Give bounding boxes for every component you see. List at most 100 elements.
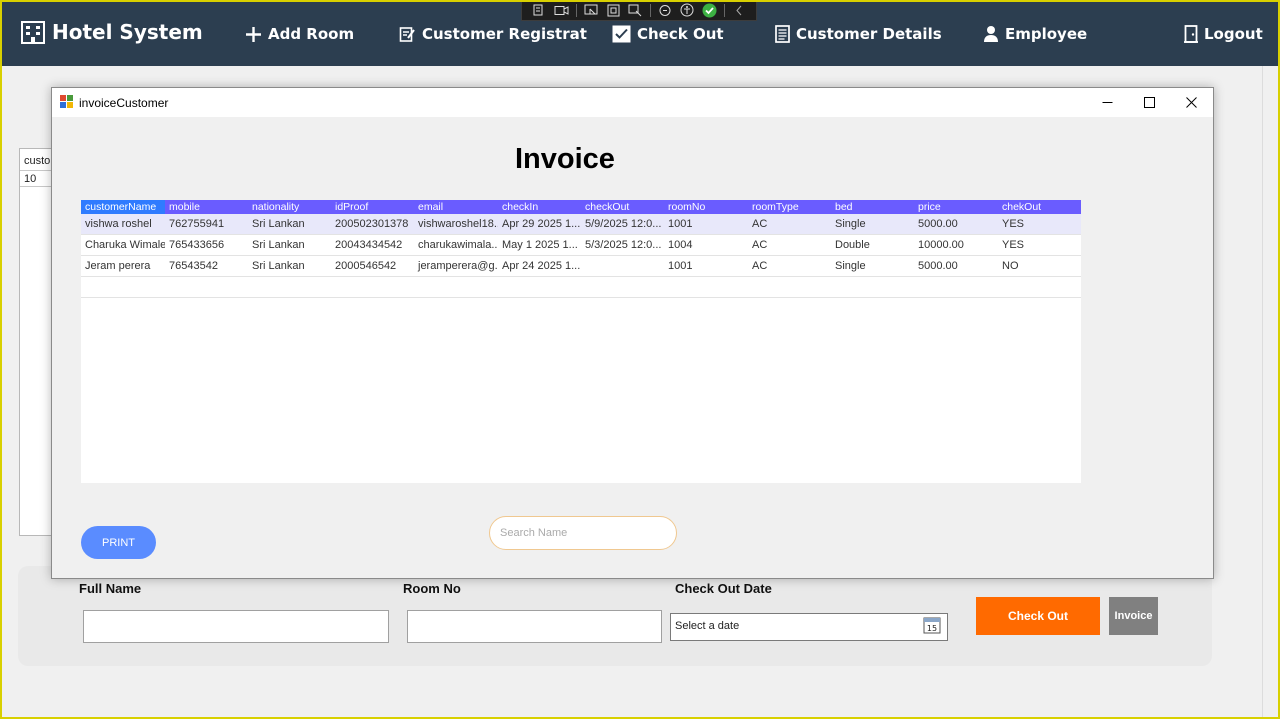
new-row[interactable] [81, 277, 1081, 298]
table-cell[interactable]: Jeram perera [83, 256, 165, 276]
checkbox-icon [612, 25, 631, 43]
check-out-button[interactable]: Check Out [976, 597, 1100, 635]
table-cell[interactable]: Charuka Wimale [83, 235, 165, 255]
nav-customer-details[interactable]: Customer Details [775, 22, 942, 46]
nav-customer-registration-label: Customer Registrat [422, 25, 587, 43]
table-cell[interactable]: 20043434542 [333, 235, 415, 255]
table-cell[interactable]: 5000.00 [916, 214, 998, 234]
maximize-icon [1143, 97, 1155, 108]
table-cell[interactable]: 762755941 [167, 214, 249, 234]
brand-label: Hotel System [52, 20, 203, 44]
room-no-field[interactable] [407, 610, 662, 643]
table-cell[interactable]: 76543542 [167, 256, 249, 276]
nav-customer-registration[interactable]: Customer Registrat [399, 22, 587, 46]
table-cell[interactable]: 1001 [666, 256, 748, 276]
table-cell[interactable]: May 1 2025 1... [500, 235, 582, 255]
nav-add-room[interactable]: Add Room [245, 22, 354, 46]
table-row[interactable]: vishwa roshel 762755941 Sri Lankan 20050230… [81, 214, 1081, 235]
dialog-title: invoiceCustomer [79, 96, 169, 110]
table-cell[interactable]: AC [750, 256, 832, 276]
table-cell[interactable]: Single [833, 214, 915, 234]
minimize-button[interactable] [1086, 88, 1128, 117]
nav-add-room-label: Add Room [268, 25, 355, 43]
column-header-8[interactable]: roomType [750, 200, 832, 214]
print-button[interactable]: PRINT [81, 526, 156, 559]
full-name-field[interactable] [83, 610, 389, 643]
table-cell[interactable]: YES [1000, 235, 1081, 255]
nav-check-out[interactable]: Check Out [612, 22, 724, 46]
check-ok-icon[interactable] [701, 3, 717, 17]
table-cell[interactable]: Sri Lankan [250, 235, 332, 255]
table-cell[interactable]: jeramperera@g... [416, 256, 498, 276]
vertical-scrollbar[interactable] [1262, 66, 1278, 717]
table-row[interactable]: Charuka Wimale 765433656 Sri Lankan 2004343… [81, 235, 1081, 256]
table-cell[interactable]: Sri Lankan [250, 256, 332, 276]
user-icon [983, 25, 999, 43]
debug-toolbar [521, 0, 757, 21]
invoice-data-grid[interactable]: customerName mobile nationality idProof emai… [81, 200, 1081, 483]
column-header-7[interactable]: roomNo [666, 200, 748, 214]
invoice-button[interactable]: Invoice [1109, 597, 1158, 635]
door-icon [1184, 25, 1198, 43]
hotel-icon [20, 20, 46, 44]
table-cell[interactable] [583, 256, 665, 276]
edit-form-icon [399, 26, 416, 43]
document-icon [775, 25, 790, 43]
column-header-3[interactable]: idProof [333, 200, 415, 214]
column-header-4[interactable]: email [416, 200, 498, 214]
dialog-titlebar[interactable]: invoiceCustomer [52, 88, 1213, 117]
check-out-date-picker[interactable]: Select a date [670, 613, 948, 641]
table-cell[interactable]: vishwa roshel [83, 214, 165, 234]
check-out-date-label: Check Out Date [675, 581, 772, 596]
accessibility-icon[interactable] [679, 3, 695, 17]
table-cell[interactable]: 765433656 [167, 235, 249, 255]
table-cell[interactable]: 200502301378 [333, 214, 415, 234]
table-cell[interactable]: YES [1000, 214, 1081, 234]
display-layout-icon[interactable] [605, 3, 621, 17]
table-cell[interactable]: 5000.00 [916, 256, 998, 276]
collapse-chevron-icon[interactable] [731, 3, 747, 17]
table-cell[interactable]: 5/3/2025 12:0... [583, 235, 665, 255]
plus-icon [245, 26, 262, 43]
table-cell[interactable]: vishwaroshel18... [416, 214, 498, 234]
app-window-icon [60, 95, 73, 108]
column-header-1[interactable]: mobile [167, 200, 249, 214]
column-header-2[interactable]: nationality [250, 200, 332, 214]
table-cell[interactable]: charukawimala... [416, 235, 498, 255]
nav-customer-details-label: Customer Details [796, 25, 942, 43]
column-header-10[interactable]: price [916, 200, 998, 214]
column-header-6[interactable]: checkOut [583, 200, 665, 214]
brand[interactable]: Hotel System [20, 20, 203, 44]
nav-logout[interactable]: Logout [1184, 22, 1263, 46]
select-element-icon[interactable] [583, 3, 599, 17]
table-cell[interactable]: Single [833, 256, 915, 276]
maximize-button[interactable] [1128, 88, 1170, 117]
table-row[interactable]: Jeram perera 76543542 Sri Lankan 2000546542… [81, 256, 1081, 277]
table-cell[interactable]: AC [750, 214, 832, 234]
nav-employee[interactable]: Employee [983, 22, 1087, 46]
live-tree-icon[interactable] [531, 3, 547, 17]
table-cell[interactable]: 5/9/2025 12:0... [583, 214, 665, 234]
calendar-icon[interactable]: 15 [923, 616, 941, 634]
search-name-input[interactable] [489, 516, 677, 550]
table-cell[interactable]: NO [1000, 256, 1081, 276]
close-button[interactable] [1170, 88, 1212, 117]
column-header-5[interactable]: checkIn [500, 200, 582, 214]
table-cell[interactable]: Sri Lankan [250, 214, 332, 234]
column-header-9[interactable]: bed [833, 200, 915, 214]
grid-header-row: customerName mobile nationality idProof emai… [81, 200, 1081, 214]
table-cell[interactable]: Apr 24 2025 1... [500, 256, 582, 276]
table-cell[interactable]: 1001 [666, 214, 748, 234]
table-cell[interactable]: 2000546542 [333, 256, 415, 276]
table-cell[interactable]: AC [750, 235, 832, 255]
hot-reload-icon[interactable] [657, 3, 673, 17]
table-cell[interactable]: Apr 29 2025 1... [500, 214, 582, 234]
table-cell[interactable]: Double [833, 235, 915, 255]
nav-logout-label: Logout [1204, 25, 1263, 43]
column-header-11[interactable]: chekOut [1000, 200, 1081, 214]
track-element-icon[interactable] [627, 3, 643, 17]
column-header-0[interactable]: customerName [81, 200, 165, 214]
camera-icon[interactable] [553, 3, 569, 17]
table-cell[interactable]: 1004 [666, 235, 748, 255]
table-cell[interactable]: 10000.00 [916, 235, 998, 255]
